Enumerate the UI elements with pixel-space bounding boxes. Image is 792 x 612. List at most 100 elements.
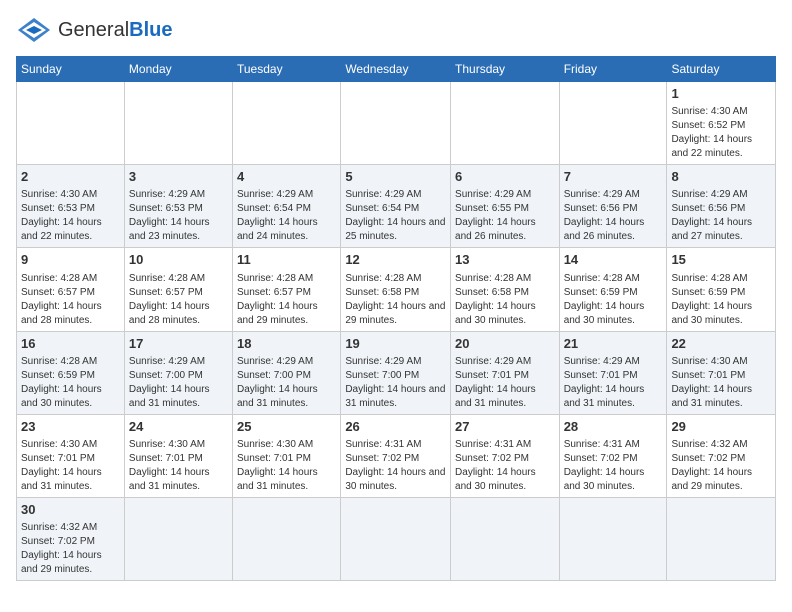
day-info: Sunrise: 4:29 AM Sunset: 6:55 PM Dayligh…: [455, 188, 555, 244]
day-number: 12: [345, 251, 446, 269]
day-of-week-header: Tuesday: [233, 57, 341, 82]
calendar-table: SundayMondayTuesdayWednesdayThursdayFrid…: [16, 56, 776, 581]
day-info: Sunrise: 4:28 AM Sunset: 6:59 PM Dayligh…: [671, 272, 771, 328]
day-number: 2: [21, 168, 120, 186]
logo-icon: [16, 16, 52, 44]
day-number: 21: [564, 335, 663, 353]
calendar-cell: [341, 497, 451, 580]
day-info: Sunrise: 4:28 AM Sunset: 6:57 PM Dayligh…: [129, 272, 228, 328]
calendar-cell: 1Sunrise: 4:30 AM Sunset: 6:52 PM Daylig…: [667, 82, 776, 165]
calendar-cell: 15Sunrise: 4:28 AM Sunset: 6:59 PM Dayli…: [667, 248, 776, 331]
day-number: 18: [237, 335, 336, 353]
calendar-cell: 14Sunrise: 4:28 AM Sunset: 6:59 PM Dayli…: [559, 248, 667, 331]
day-number: 28: [564, 418, 663, 436]
day-number: 3: [129, 168, 228, 186]
day-info: Sunrise: 4:28 AM Sunset: 6:57 PM Dayligh…: [237, 272, 336, 328]
day-number: 16: [21, 335, 120, 353]
day-of-week-header: Monday: [124, 57, 232, 82]
day-number: 30: [21, 501, 120, 519]
day-info: Sunrise: 4:29 AM Sunset: 7:00 PM Dayligh…: [237, 355, 336, 411]
calendar-cell: 8 Sunrise: 4:29 AM Sunset: 6:56 PM Daylig…: [667, 165, 776, 248]
day-info: Sunrise: 4:29 AM Sunset: 6:53 PM Dayligh…: [129, 188, 228, 244]
day-number: 27: [455, 418, 555, 436]
calendar-cell: 16 Sunrise: 4:28 AM Sunset: 6:59 PM Dayli…: [17, 331, 125, 414]
logo: GeneralBlue: [16, 16, 173, 44]
day-of-week-header: Friday: [559, 57, 667, 82]
calendar-cell: 28 Sunrise: 4:31 AM Sunset: 7:02 PM Dayli…: [559, 414, 667, 497]
calendar-cell: 17Sunrise: 4:29 AM Sunset: 7:00 PM Dayli…: [124, 331, 232, 414]
day-number: 1: [671, 85, 771, 103]
day-info: Sunrise: 4:30 AM Sunset: 7:01 PM Dayligh…: [21, 438, 120, 494]
calendar-cell: 13Sunrise: 4:28 AM Sunset: 6:58 PM Dayli…: [451, 248, 560, 331]
calendar-cell: 21 Sunrise: 4:29 AM Sunset: 7:01 PM Dayli…: [559, 331, 667, 414]
day-number: 25: [237, 418, 336, 436]
day-of-week-header: Sunday: [17, 57, 125, 82]
logo-text: GeneralBlue: [58, 19, 173, 42]
day-info: Sunrise: 4:32 AM Sunset: 7:02 PM Dayligh…: [21, 521, 120, 577]
day-info: Sunrise: 4:30 AM Sunset: 6:53 PM Dayligh…: [21, 188, 120, 244]
calendar-cell: [341, 82, 451, 165]
day-number: 10: [129, 251, 228, 269]
calendar-cell: 3 Sunrise: 4:29 AM Sunset: 6:53 PM Daylig…: [124, 165, 232, 248]
day-of-week-header: Saturday: [667, 57, 776, 82]
day-number: 14: [564, 251, 663, 269]
page-header: GeneralBlue: [16, 16, 776, 44]
calendar-cell: 25 Sunrise: 4:30 AM Sunset: 7:01 PM Dayli…: [233, 414, 341, 497]
day-info: Sunrise: 4:29 AM Sunset: 7:00 PM Dayligh…: [129, 355, 228, 411]
day-number: 7: [564, 168, 663, 186]
calendar-cell: 18 Sunrise: 4:29 AM Sunset: 7:00 PM Dayli…: [233, 331, 341, 414]
calendar-cell: 2 Sunrise: 4:30 AM Sunset: 6:53 PM Daylig…: [17, 165, 125, 248]
calendar-cell: 19 Sunrise: 4:29 AM Sunset: 7:00 PM Dayli…: [341, 331, 451, 414]
day-number: 29: [671, 418, 771, 436]
calendar-cell: 30 Sunrise: 4:32 AM Sunset: 7:02 PM Dayli…: [17, 497, 125, 580]
day-number: 26: [345, 418, 446, 436]
day-number: 13: [455, 251, 555, 269]
calendar-cell: [17, 82, 125, 165]
calendar-cell: [233, 497, 341, 580]
day-info: Sunrise: 4:31 AM Sunset: 7:02 PM Dayligh…: [455, 438, 555, 494]
calendar-cell: [124, 497, 232, 580]
day-number: 22: [671, 335, 771, 353]
day-info: Sunrise: 4:29 AM Sunset: 7:00 PM Dayligh…: [345, 355, 446, 411]
calendar-cell: 4Sunrise: 4:29 AM Sunset: 6:54 PM Daylig…: [233, 165, 341, 248]
calendar-cell: [233, 82, 341, 165]
calendar-cell: 9Sunrise: 4:28 AM Sunset: 6:57 PM Daylig…: [17, 248, 125, 331]
day-info: Sunrise: 4:29 AM Sunset: 6:54 PM Dayligh…: [345, 188, 446, 244]
day-info: Sunrise: 4:30 AM Sunset: 7:01 PM Dayligh…: [237, 438, 336, 494]
calendar-cell: 7 Sunrise: 4:29 AM Sunset: 6:56 PM Daylig…: [559, 165, 667, 248]
day-number: 24: [129, 418, 228, 436]
day-info: Sunrise: 4:28 AM Sunset: 6:58 PM Dayligh…: [345, 272, 446, 328]
day-info: Sunrise: 4:28 AM Sunset: 6:59 PM Dayligh…: [21, 355, 120, 411]
calendar-cell: 11 Sunrise: 4:28 AM Sunset: 6:57 PM Dayli…: [233, 248, 341, 331]
day-info: Sunrise: 4:32 AM Sunset: 7:02 PM Dayligh…: [671, 438, 771, 494]
day-info: Sunrise: 4:29 AM Sunset: 6:56 PM Dayligh…: [564, 188, 663, 244]
calendar-cell: [559, 82, 667, 165]
day-number: 19: [345, 335, 446, 353]
day-number: 23: [21, 418, 120, 436]
day-number: 6: [455, 168, 555, 186]
calendar-cell: 5 Sunrise: 4:29 AM Sunset: 6:54 PM Daylig…: [341, 165, 451, 248]
calendar-cell: [451, 82, 560, 165]
day-number: 8: [671, 168, 771, 186]
day-info: Sunrise: 4:29 AM Sunset: 6:54 PM Dayligh…: [237, 188, 336, 244]
day-number: 20: [455, 335, 555, 353]
day-info: Sunrise: 4:30 AM Sunset: 7:01 PM Dayligh…: [129, 438, 228, 494]
calendar-cell: [559, 497, 667, 580]
calendar-cell: 29 Sunrise: 4:32 AM Sunset: 7:02 PM Dayli…: [667, 414, 776, 497]
day-info: Sunrise: 4:30 AM Sunset: 7:01 PM Dayligh…: [671, 355, 771, 411]
calendar-cell: 12 Sunrise: 4:28 AM Sunset: 6:58 PM Dayli…: [341, 248, 451, 331]
calendar-cell: [667, 497, 776, 580]
day-number: 5: [345, 168, 446, 186]
day-of-week-header: Wednesday: [341, 57, 451, 82]
day-of-week-header: Thursday: [451, 57, 560, 82]
calendar-cell: 24 Sunrise: 4:30 AM Sunset: 7:01 PM Dayli…: [124, 414, 232, 497]
calendar-cell: [124, 82, 232, 165]
day-info: Sunrise: 4:28 AM Sunset: 6:57 PM Dayligh…: [21, 272, 120, 328]
day-number: 11: [237, 251, 336, 269]
calendar-cell: 22 Sunrise: 4:30 AM Sunset: 7:01 PM Dayli…: [667, 331, 776, 414]
day-info: Sunrise: 4:29 AM Sunset: 6:56 PM Dayligh…: [671, 188, 771, 244]
day-info: Sunrise: 4:31 AM Sunset: 7:02 PM Dayligh…: [564, 438, 663, 494]
day-info: Sunrise: 4:31 AM Sunset: 7:02 PM Dayligh…: [345, 438, 446, 494]
day-info: Sunrise: 4:29 AM Sunset: 7:01 PM Dayligh…: [564, 355, 663, 411]
calendar-cell: 26 Sunrise: 4:31 AM Sunset: 7:02 PM Dayli…: [341, 414, 451, 497]
